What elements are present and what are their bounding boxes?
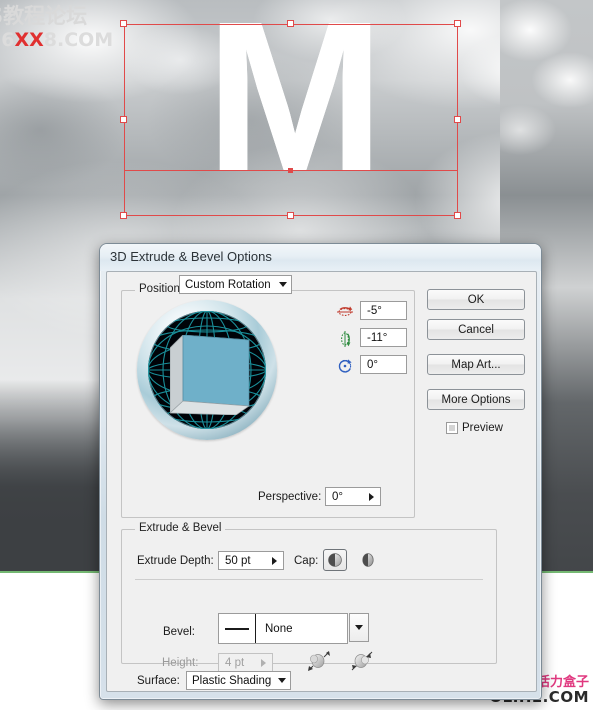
selection-bounding-box[interactable] <box>124 24 458 216</box>
bevel-extent-out-icon[interactable] <box>307 650 333 677</box>
cancel-button[interactable]: Cancel <box>427 319 525 340</box>
selection-anchor-point[interactable] <box>288 168 293 173</box>
dialog-titlebar[interactable]: 3D Extrude & Bevel Options <box>100 244 541 271</box>
preview-label: Preview <box>462 422 503 434</box>
ok-button[interactable]: OK <box>427 289 525 310</box>
selection-handle-top-center[interactable] <box>287 20 294 27</box>
bevel-dropdown[interactable]: None <box>218 613 369 644</box>
dialog-body: Position: Custom Rotation -5° -11° 0° Pe… <box>106 271 537 692</box>
perspective-stepper-icon[interactable] <box>362 492 380 501</box>
rotate-y-value: -11° <box>367 331 388 344</box>
watermark-top-left: S教程论坛 16XX8.COM <box>0 4 158 52</box>
bevel-height-value: 4 pt <box>225 656 245 669</box>
selection-handle-top-right[interactable] <box>454 20 461 27</box>
preview-checkbox[interactable] <box>446 422 458 434</box>
cap-hollow-icon[interactable] <box>356 549 380 571</box>
extrude-bevel-group-label: Extrude & Bevel <box>135 522 226 534</box>
watermark-tl-line1: S教程论坛 <box>0 4 88 28</box>
surface-value: Plastic Shading <box>192 674 272 687</box>
bevel-extent-in-icon[interactable] <box>350 650 376 677</box>
cap-label: Cap: <box>294 555 319 567</box>
bevel-preview-icon <box>219 614 256 643</box>
extrude-depth-stepper-icon[interactable] <box>265 556 283 565</box>
map-art-button[interactable]: Map Art... <box>427 354 525 375</box>
right-column-cloud <box>500 0 593 220</box>
preview-checkbox-row[interactable]: Preview <box>446 422 503 434</box>
surface-label: Surface: <box>137 675 180 687</box>
cap-solid-icon[interactable] <box>323 549 347 571</box>
position-dropdown[interactable]: Custom Rotation <box>179 275 292 294</box>
more-options-button[interactable]: More Options <box>427 389 525 410</box>
rotate-y-input[interactable]: -11° <box>360 328 407 347</box>
extrude-depth-label: Extrude Depth: <box>137 555 214 567</box>
perspective-label: Perspective: <box>258 491 322 503</box>
group-divider <box>135 579 483 580</box>
watermark-tl-mid: XX <box>14 29 44 51</box>
rotate-x-input[interactable]: -5° <box>360 301 407 320</box>
bevel-value: None <box>265 622 293 635</box>
dialog-title: 3D Extrude & Bevel Options <box>110 249 272 264</box>
bevel-height-stepper-icon <box>254 658 272 667</box>
rotate-x-icon[interactable] <box>336 303 354 321</box>
rotation-track-widget[interactable] <box>137 300 277 440</box>
rotate-y-icon[interactable] <box>336 330 354 348</box>
surface-chevron-down-icon <box>273 672 290 689</box>
bevel-height-label: Height: <box>162 657 199 669</box>
position-value: Custom Rotation <box>185 278 271 291</box>
selection-handle-middle-right[interactable] <box>454 116 461 123</box>
extrude-bevel-options-dialog: 3D Extrude & Bevel Options Position: Cus… <box>99 243 542 700</box>
watermark-tl-pre: 16 <box>0 29 15 51</box>
rotation-cube-preview[interactable] <box>170 335 256 415</box>
selection-handle-bottom-center[interactable] <box>287 212 294 219</box>
chevron-down-icon <box>274 276 291 293</box>
bevel-chevron-down-icon[interactable] <box>349 613 369 642</box>
surface-dropdown[interactable]: Plastic Shading <box>186 671 291 690</box>
rotate-z-icon[interactable] <box>336 357 354 375</box>
rotate-z-value: 0° <box>367 358 378 371</box>
extrude-depth-input[interactable]: 50 pt <box>218 551 284 570</box>
selection-handle-middle-left[interactable] <box>120 116 127 123</box>
extrude-depth-value: 50 pt <box>225 554 251 567</box>
bevel-label: Bevel: <box>163 626 195 638</box>
rotate-z-input[interactable]: 0° <box>360 355 407 374</box>
selection-handle-bottom-right[interactable] <box>454 212 461 219</box>
watermark-tl-line2: 16XX8.COM <box>0 28 158 52</box>
rotate-x-value: -5° <box>367 304 382 317</box>
perspective-value: 0° <box>332 490 343 503</box>
perspective-input[interactable]: 0° <box>325 487 381 506</box>
watermark-tl-post: 8.COM <box>43 29 114 51</box>
selection-handle-bottom-left[interactable] <box>120 212 127 219</box>
bevel-height-input: 4 pt <box>218 653 273 672</box>
